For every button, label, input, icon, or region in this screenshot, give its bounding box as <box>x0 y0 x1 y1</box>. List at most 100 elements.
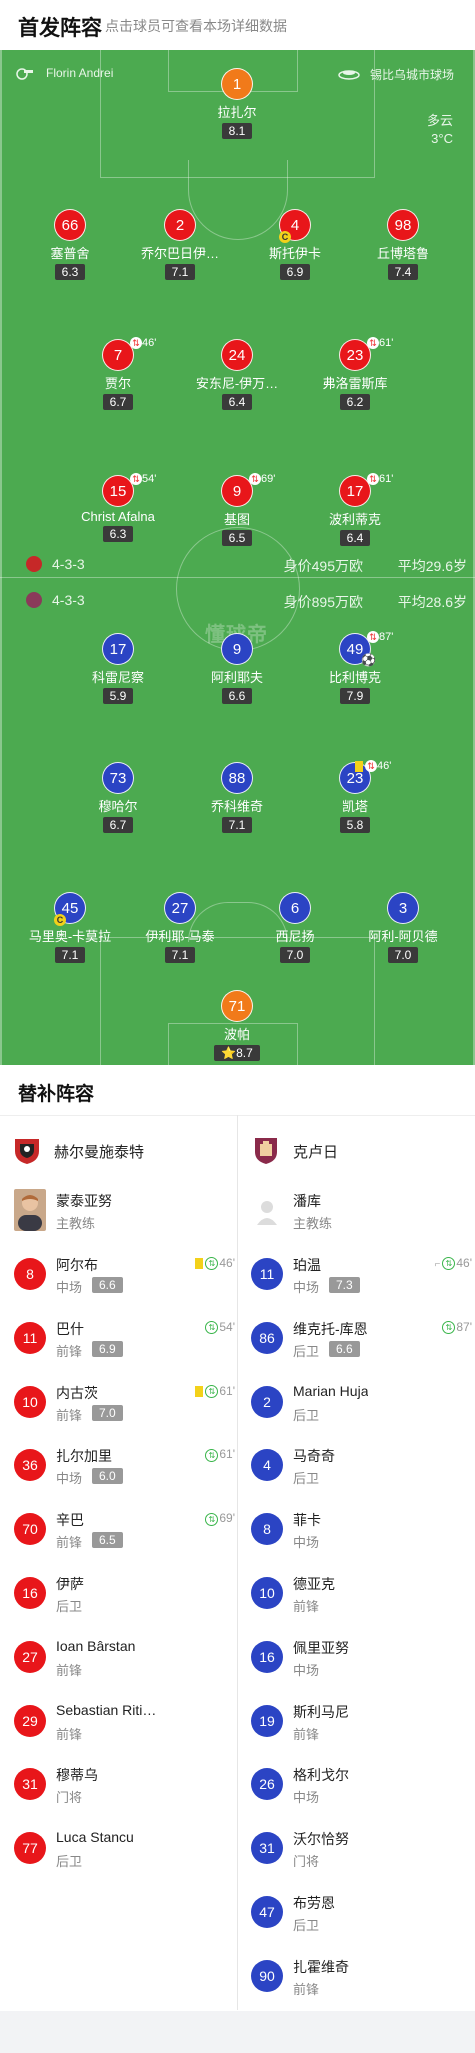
home-player[interactable]: 66 塞普舍 6.3 <box>10 209 130 281</box>
away-player[interactable]: 27 伊利耶-马泰 7.1 <box>120 892 240 964</box>
temperature: 3°C <box>431 131 453 146</box>
player-name: 辛巴 <box>56 1512 84 1529</box>
jersey-number: 11 <box>14 1321 46 1354</box>
rating-value: 6.2 <box>346 395 364 409</box>
player-rating: 6.3 <box>54 264 86 280</box>
home-player[interactable]: 9 基图 6.5 ⇅ 69' <box>177 473 297 547</box>
player-name: 佩里亚努 <box>293 1639 349 1656</box>
home-substitute-row[interactable]: 36 扎尔加里 中场 6.0 ⇅ 61' <box>14 1441 239 1497</box>
jersey-number: 4 <box>251 1449 283 1482</box>
player-name: Sebastian Riti… <box>56 1701 157 1718</box>
substitution-event: ⇅ 69' <box>205 1511 235 1526</box>
away-substitute-row[interactable]: 10 德亚克 前锋 <box>251 1569 475 1625</box>
away-squad-value: 身价895万欧 <box>283 594 363 610</box>
away-team-header[interactable]: 克卢日 <box>251 1131 471 1171</box>
player-name: 阿利-阿贝德 <box>368 929 438 944</box>
away-substitute-row[interactable]: 90 扎霍维奇 前锋 <box>251 1952 475 2008</box>
jersey-number: 16 <box>251 1640 283 1673</box>
away-player[interactable]: 23 凯塔 5.8 ⇅ 46' <box>295 760 415 834</box>
away-substitute-row[interactable]: 11 珀温 中场 7.3 ⌐ ⇅ 46' <box>251 1250 475 1306</box>
player-name: 穆蒂乌 <box>56 1767 98 1784</box>
away-player[interactable]: 45 马里奥-卡莫拉 7.1 C <box>10 892 130 964</box>
rating-value: 7.1 <box>171 265 189 279</box>
substitution-in-icon: ⇅ <box>442 1321 456 1335</box>
player-position: 后卫 <box>293 1407 320 1423</box>
home-substitute-row[interactable]: 11 巴什 前锋 6.9 ⇅ 54' <box>14 1314 239 1370</box>
player-name: 阿利耶夫 <box>210 670 263 685</box>
home-player[interactable]: 15 Christ Afalna 6.3 ⇅ 54' <box>58 473 178 543</box>
home-player[interactable]: 24 安东尼-伊万… 6.4 <box>177 339 297 411</box>
away-player[interactable]: 17 科雷尼察 5.9 <box>58 633 178 705</box>
lineup-page: 首发阵容 点击球员可查看本场详细数据 Florin Andrei 锡比乌城市球场… <box>0 0 475 2053</box>
rating-value: 6.7 <box>109 818 127 832</box>
home-team-header[interactable]: 赫尔曼施泰特 <box>12 1131 232 1171</box>
home-player[interactable]: 17 波利蒂克 6.4 ⇅ 61' <box>295 473 415 547</box>
home-player[interactable]: 98 丘博塔鲁 7.4 <box>343 209 463 281</box>
player-position: 前锋 <box>56 1662 83 1678</box>
away-substitute-row[interactable]: 16 佩里亚努 中场 <box>251 1633 475 1689</box>
home-coach[interactable]: 蒙泰亚努 主教练 <box>14 1189 234 1233</box>
player-name: 扎尔加里 <box>56 1448 112 1465</box>
away-substitute-row[interactable]: 8 菲卡 中场 <box>251 1505 475 1561</box>
player-rating: 6.3 <box>102 526 134 542</box>
player-name: Marian Huja <box>293 1382 369 1399</box>
home-player[interactable]: 7 贾尔 6.7 ⇅ 46' <box>58 337 178 411</box>
away-player[interactable]: 49 比利博克 7.9 ⇅ 87' ⚽ <box>295 631 415 705</box>
away-player[interactable]: 73 穆哈尔 6.7 <box>58 762 178 834</box>
player-position: 后卫 <box>293 1343 320 1359</box>
substitution-in-icon: ⇅ <box>205 1512 219 1526</box>
player-rating: 6.4 <box>221 394 253 410</box>
home-player[interactable]: 4 斯托伊卡 6.9 C <box>235 209 355 281</box>
away-player[interactable]: 3 阿利-阿贝德 7.0 <box>343 892 463 964</box>
away-player[interactable]: 9 阿利耶夫 6.6 <box>177 633 297 705</box>
home-substitute-row[interactable]: 27 Ioan Bârstan 前锋 <box>14 1633 239 1689</box>
away-formation-row: 4-3-3 身价895万欧 平均28.6岁 <box>0 592 475 612</box>
home-player[interactable]: 23 弗洛雷斯库 6.2 ⇅ 61' <box>295 337 415 411</box>
away-player[interactable]: 71 波帕 ⭐8.7 <box>177 990 297 1062</box>
player-rating: 6.6 <box>329 1340 360 1357</box>
away-substitute-row[interactable]: 86 维克托-库恩 后卫 6.6 ⇅ 87' <box>251 1314 475 1370</box>
substitution-event: ⇅ 54' <box>205 1320 235 1335</box>
away-substitute-row[interactable]: 4 马奇奇 后卫 <box>251 1441 475 1497</box>
player-name: 布劳恩 <box>293 1895 335 1911</box>
player-name: 乔科维奇 <box>210 799 263 814</box>
player-rating: 7.1 <box>54 947 86 963</box>
player-name: 巴什 <box>56 1320 84 1337</box>
rating-value: 6.7 <box>109 395 127 409</box>
substitution-icon: ⇅ <box>367 473 379 486</box>
away-player[interactable]: 6 西尼扬 7.0 <box>235 892 355 964</box>
jersey-number: 73 <box>102 762 134 794</box>
rating-value: 6.4 <box>346 531 364 545</box>
player-position: 中场 <box>293 1535 320 1551</box>
sub-minute: 54' <box>142 473 157 485</box>
substitution-icon: ⇅ <box>367 337 379 350</box>
player-name: 斯托伊卡 <box>268 246 321 261</box>
player-position: 中场 <box>56 1280 83 1295</box>
yellow-card-icon <box>195 1385 204 1397</box>
jersey-number: 86 <box>251 1321 283 1354</box>
away-substitute-row[interactable]: 19 斯利马尼 前锋 <box>251 1697 475 1753</box>
away-coach[interactable]: 潘库 主教练 <box>251 1189 471 1233</box>
player-position: 中场 <box>293 1280 320 1295</box>
player-rating: ⭐8.7 <box>214 1045 260 1061</box>
home-substitute-row[interactable]: 70 辛巴 前锋 6.5 ⇅ 69' <box>14 1505 239 1561</box>
home-formation: 4-3-3 <box>52 556 85 572</box>
away-substitute-row[interactable]: 31 沃尔恰努 门将 <box>251 1824 475 1880</box>
away-substitute-row[interactable]: 26 格利戈尔 中场 <box>251 1760 475 1816</box>
home-substitute-row[interactable]: 31 穆蒂乌 门将 <box>14 1760 239 1816</box>
home-substitute-row[interactable]: 16 伊萨 后卫 <box>14 1569 239 1625</box>
player-name: 基图 <box>223 512 250 527</box>
away-player[interactable]: 88 乔科维奇 7.1 <box>177 762 297 834</box>
player-name: 弗洛雷斯库 <box>322 376 388 391</box>
home-substitute-row[interactable]: 10 内古茨 前锋 7.0 ⇅ 61' <box>14 1378 239 1434</box>
player-name: 马里奥-卡莫拉 <box>28 929 112 944</box>
away-substitute-row[interactable]: 47 布劳恩 后卫 <box>251 1888 475 1944</box>
home-substitute-row[interactable]: 8 阿尔布 中场 6.6 ⇅ 46' <box>14 1250 239 1306</box>
sub-minute: 46' <box>377 760 392 772</box>
captain-badge: C <box>54 914 66 926</box>
home-player[interactable]: 1 拉扎尔 8.1 <box>177 68 297 140</box>
home-substitute-row[interactable]: 77 Luca Stancu 后卫 <box>14 1824 239 1880</box>
home-substitute-row[interactable]: 29 Sebastian Riti… 前锋 <box>14 1697 239 1753</box>
away-substitute-row[interactable]: 2 Marian Huja 后卫 <box>251 1378 475 1434</box>
home-player[interactable]: 2 乔尔巴日伊… 7.1 <box>120 209 240 281</box>
